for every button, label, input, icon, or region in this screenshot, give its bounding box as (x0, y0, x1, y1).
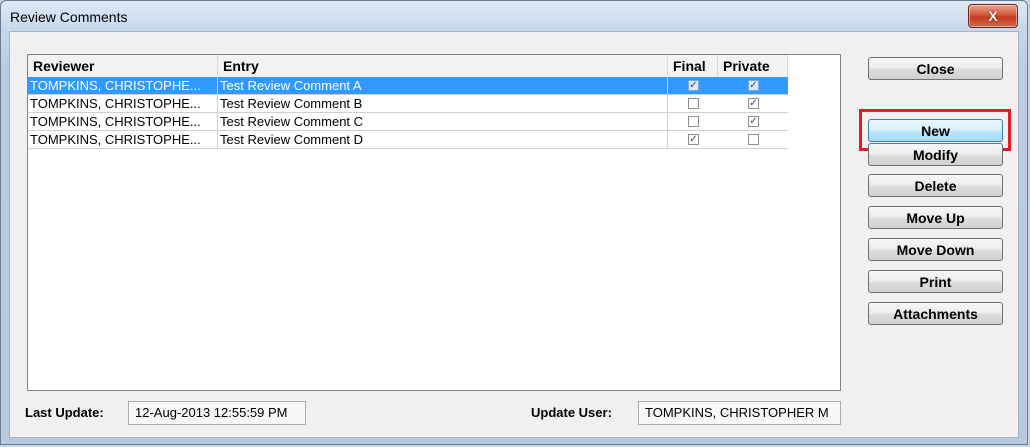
window-close-button[interactable]: X (968, 4, 1018, 28)
review-comments-window: Review Comments X Reviewer Entry Final P… (0, 0, 1028, 445)
private-checkbox[interactable] (748, 134, 759, 145)
close-icon: X (988, 8, 998, 24)
column-header-private[interactable]: Private (718, 55, 788, 77)
update-user-label: Update User: (531, 405, 612, 420)
table-row[interactable]: TOMPKINS, CHRISTOPHE... Test Review Comm… (28, 113, 788, 131)
reviewer-cell: TOMPKINS, CHRISTOPHE... (28, 77, 218, 94)
entry-cell: Test Review Comment D (218, 131, 668, 148)
final-checkbox[interactable]: ✓ (688, 134, 699, 145)
grid-header: Reviewer Entry Final Private (28, 55, 788, 78)
delete-button[interactable]: Delete (868, 174, 1003, 197)
final-checkbox[interactable] (688, 98, 699, 109)
comments-list[interactable]: Reviewer Entry Final Private TOMPKINS, C… (27, 54, 841, 391)
final-checkbox[interactable]: ✓ (688, 80, 699, 91)
table-row[interactable]: TOMPKINS, CHRISTOPHE... Test Review Comm… (28, 77, 788, 95)
new-button[interactable]: New (868, 119, 1003, 142)
final-checkbox[interactable] (688, 116, 699, 127)
window-title: Review Comments (10, 9, 128, 25)
reviewer-cell: TOMPKINS, CHRISTOPHE... (28, 113, 218, 130)
print-button[interactable]: Print (868, 270, 1003, 293)
private-checkbox[interactable]: ✓ (748, 116, 759, 127)
column-header-reviewer[interactable]: Reviewer (28, 55, 218, 77)
modify-button[interactable]: Modify (868, 143, 1003, 166)
dialog-client-area: Reviewer Entry Final Private TOMPKINS, C… (9, 31, 1019, 438)
entry-cell: Test Review Comment C (218, 113, 668, 130)
private-checkbox[interactable]: ✓ (748, 80, 759, 91)
table-row[interactable]: TOMPKINS, CHRISTOPHE... Test Review Comm… (28, 131, 788, 149)
move-up-button[interactable]: Move Up (868, 206, 1003, 229)
last-update-label: Last Update: (25, 405, 104, 420)
reviewer-cell: TOMPKINS, CHRISTOPHE... (28, 95, 218, 112)
update-user-field: TOMPKINS, CHRISTOPHER M (638, 401, 841, 425)
column-header-final[interactable]: Final (668, 55, 718, 77)
table-row[interactable]: TOMPKINS, CHRISTOPHE... Test Review Comm… (28, 95, 788, 113)
close-button[interactable]: Close (868, 57, 1003, 80)
attachments-button[interactable]: Attachments (868, 302, 1003, 325)
move-down-button[interactable]: Move Down (868, 238, 1003, 261)
last-update-field: 12-Aug-2013 12:55:59 PM (128, 401, 306, 425)
reviewer-cell: TOMPKINS, CHRISTOPHE... (28, 131, 218, 148)
private-checkbox[interactable]: ✓ (748, 98, 759, 109)
entry-cell: Test Review Comment B (218, 95, 668, 112)
column-header-entry[interactable]: Entry (218, 55, 668, 77)
title-bar[interactable]: Review Comments X (1, 1, 1027, 31)
entry-cell: Test Review Comment A (218, 77, 668, 94)
